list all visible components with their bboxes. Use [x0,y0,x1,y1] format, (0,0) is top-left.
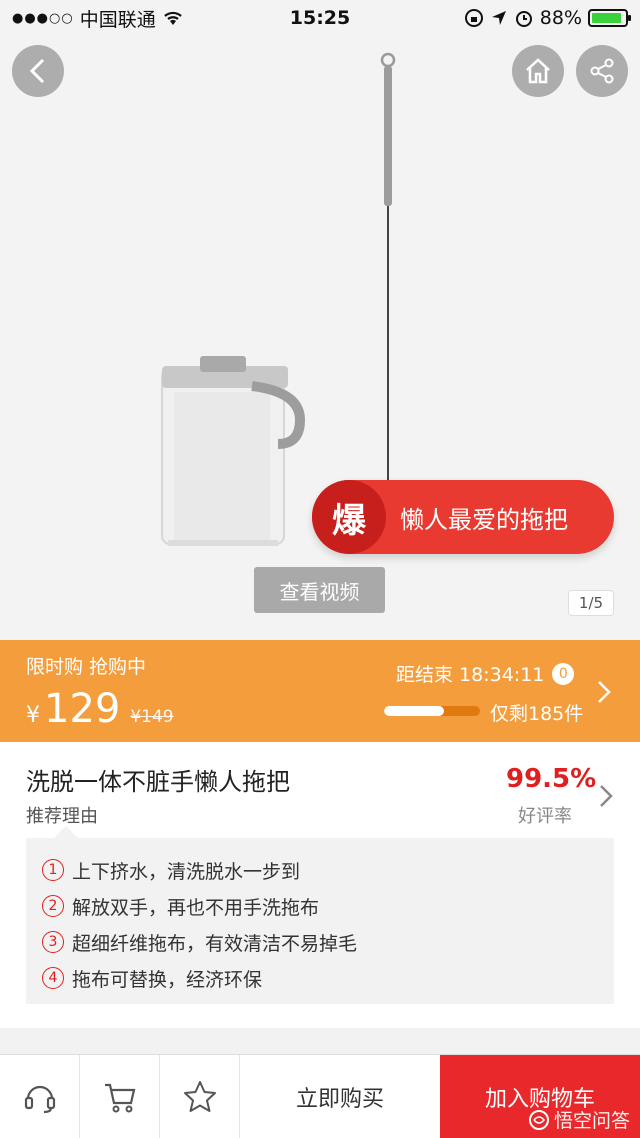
battery-percent: 88% [539,7,582,29]
reason-number: 4 [42,967,64,989]
rating-label[interactable]: 好评率 [518,802,572,828]
price-currency: ¥ [26,703,40,728]
reason-text: 上下挤水，清洗脱水一步到 [72,860,301,883]
stock-progress-bar [384,706,480,716]
image-page-indicator: 1/5 [568,590,614,616]
chevron-right-icon [598,681,611,703]
divider [0,1028,640,1054]
cart-button[interactable] [80,1055,160,1138]
headset-icon [24,1085,55,1114]
price-block: ¥ 129 ¥149 [26,686,174,732]
buy-now-button[interactable]: 立即购买 [240,1055,440,1138]
status-time: 15:25 [289,7,351,29]
reason-text: 拖布可替换，经济环保 [72,968,263,991]
chevron-right-icon[interactable] [598,782,614,810]
wukong-logo-icon [528,1109,549,1130]
list-item: 4 拖布可替换，经济环保 [42,960,598,996]
mop-handle-image [380,52,396,492]
home-button[interactable] [512,45,564,97]
back-button[interactable] [12,45,64,97]
watermark-text: 悟空问答 [553,1110,630,1132]
promo-badge: 爆 [312,480,386,554]
star-icon [183,1081,216,1112]
home-icon [526,58,550,84]
rating-value[interactable]: 99.5% [506,764,596,794]
bottom-action-bar: 立即购买 加入购物车 悟空问答 [0,1054,640,1138]
product-info: 洗脱一体不脏手懒人拖把 推荐理由 99.5% 好评率 1 上下挤水，清洗脱水一步… [0,742,640,1028]
list-item: 2 解放双手，再也不用手洗拖布 [42,888,598,924]
recommend-reasons-box: 1 上下挤水，清洗脱水一步到 2 解放双手，再也不用手洗拖布 3 超细纤维拖布，… [26,826,614,1004]
status-bar: ●●●○○ 中国联通 15:25 88% [0,0,640,36]
view-video-button[interactable]: 查看视频 [254,567,385,613]
stock-remaining: 仅剩185件 [490,703,584,725]
chevron-left-icon [29,58,45,84]
countdown-label: 距结束 18:34:11 [396,664,545,686]
recommend-reason-label: 推荐理由 [26,806,98,827]
share-button[interactable] [576,45,628,97]
original-price: ¥149 [130,707,174,727]
sale-price: 129 [44,686,121,732]
battery-icon [588,9,631,27]
favorite-button[interactable] [160,1055,240,1138]
watermark: 悟空问答 [528,1106,630,1133]
mop-bucket-image [161,356,305,546]
flash-sale-label: 限时购 抢购中 [26,656,147,678]
promo-banner: 爆 懒人最爱的拖把 [312,480,614,554]
reason-number: 3 [42,931,64,953]
wifi-icon [164,11,182,25]
list-item: 3 超细纤维拖布，有效清洁不易掉毛 [42,924,598,960]
rotation-lock-icon [464,9,483,27]
flash-sale-bar[interactable]: 限时购 抢购中 ¥ 129 ¥149 距结束 18:34:11 0 仅剩185件 [0,640,640,742]
countdown: 距结束 18:34:11 0 [396,660,575,687]
carrier-name: 中国联通 [79,8,156,31]
customer-service-button[interactable] [0,1055,80,1138]
promo-text: 懒人最爱的拖把 [400,505,568,534]
reason-number: 2 [42,895,64,917]
location-icon [491,11,506,25]
product-image-gallery[interactable]: 爆 懒人最爱的拖把 查看视频 1/5 [0,0,640,640]
product-title: 洗脱一体不脏手懒人拖把 [26,768,290,796]
alarm-icon [515,11,532,27]
signal-icon: ●●●○○ [12,10,74,26]
add-to-cart-button[interactable]: 加入购物车 悟空问答 [440,1055,640,1138]
stock-progress-fill [384,706,444,716]
countdown-badge: 0 [552,662,575,685]
share-icon [590,58,614,84]
reason-number: 1 [42,859,64,881]
cart-icon [104,1083,135,1113]
reason-text: 解放双手，再也不用手洗拖布 [72,896,320,919]
list-item: 1 上下挤水，清洗脱水一步到 [42,852,598,888]
reason-text: 超细纤维拖布，有效清洁不易掉毛 [72,932,358,955]
